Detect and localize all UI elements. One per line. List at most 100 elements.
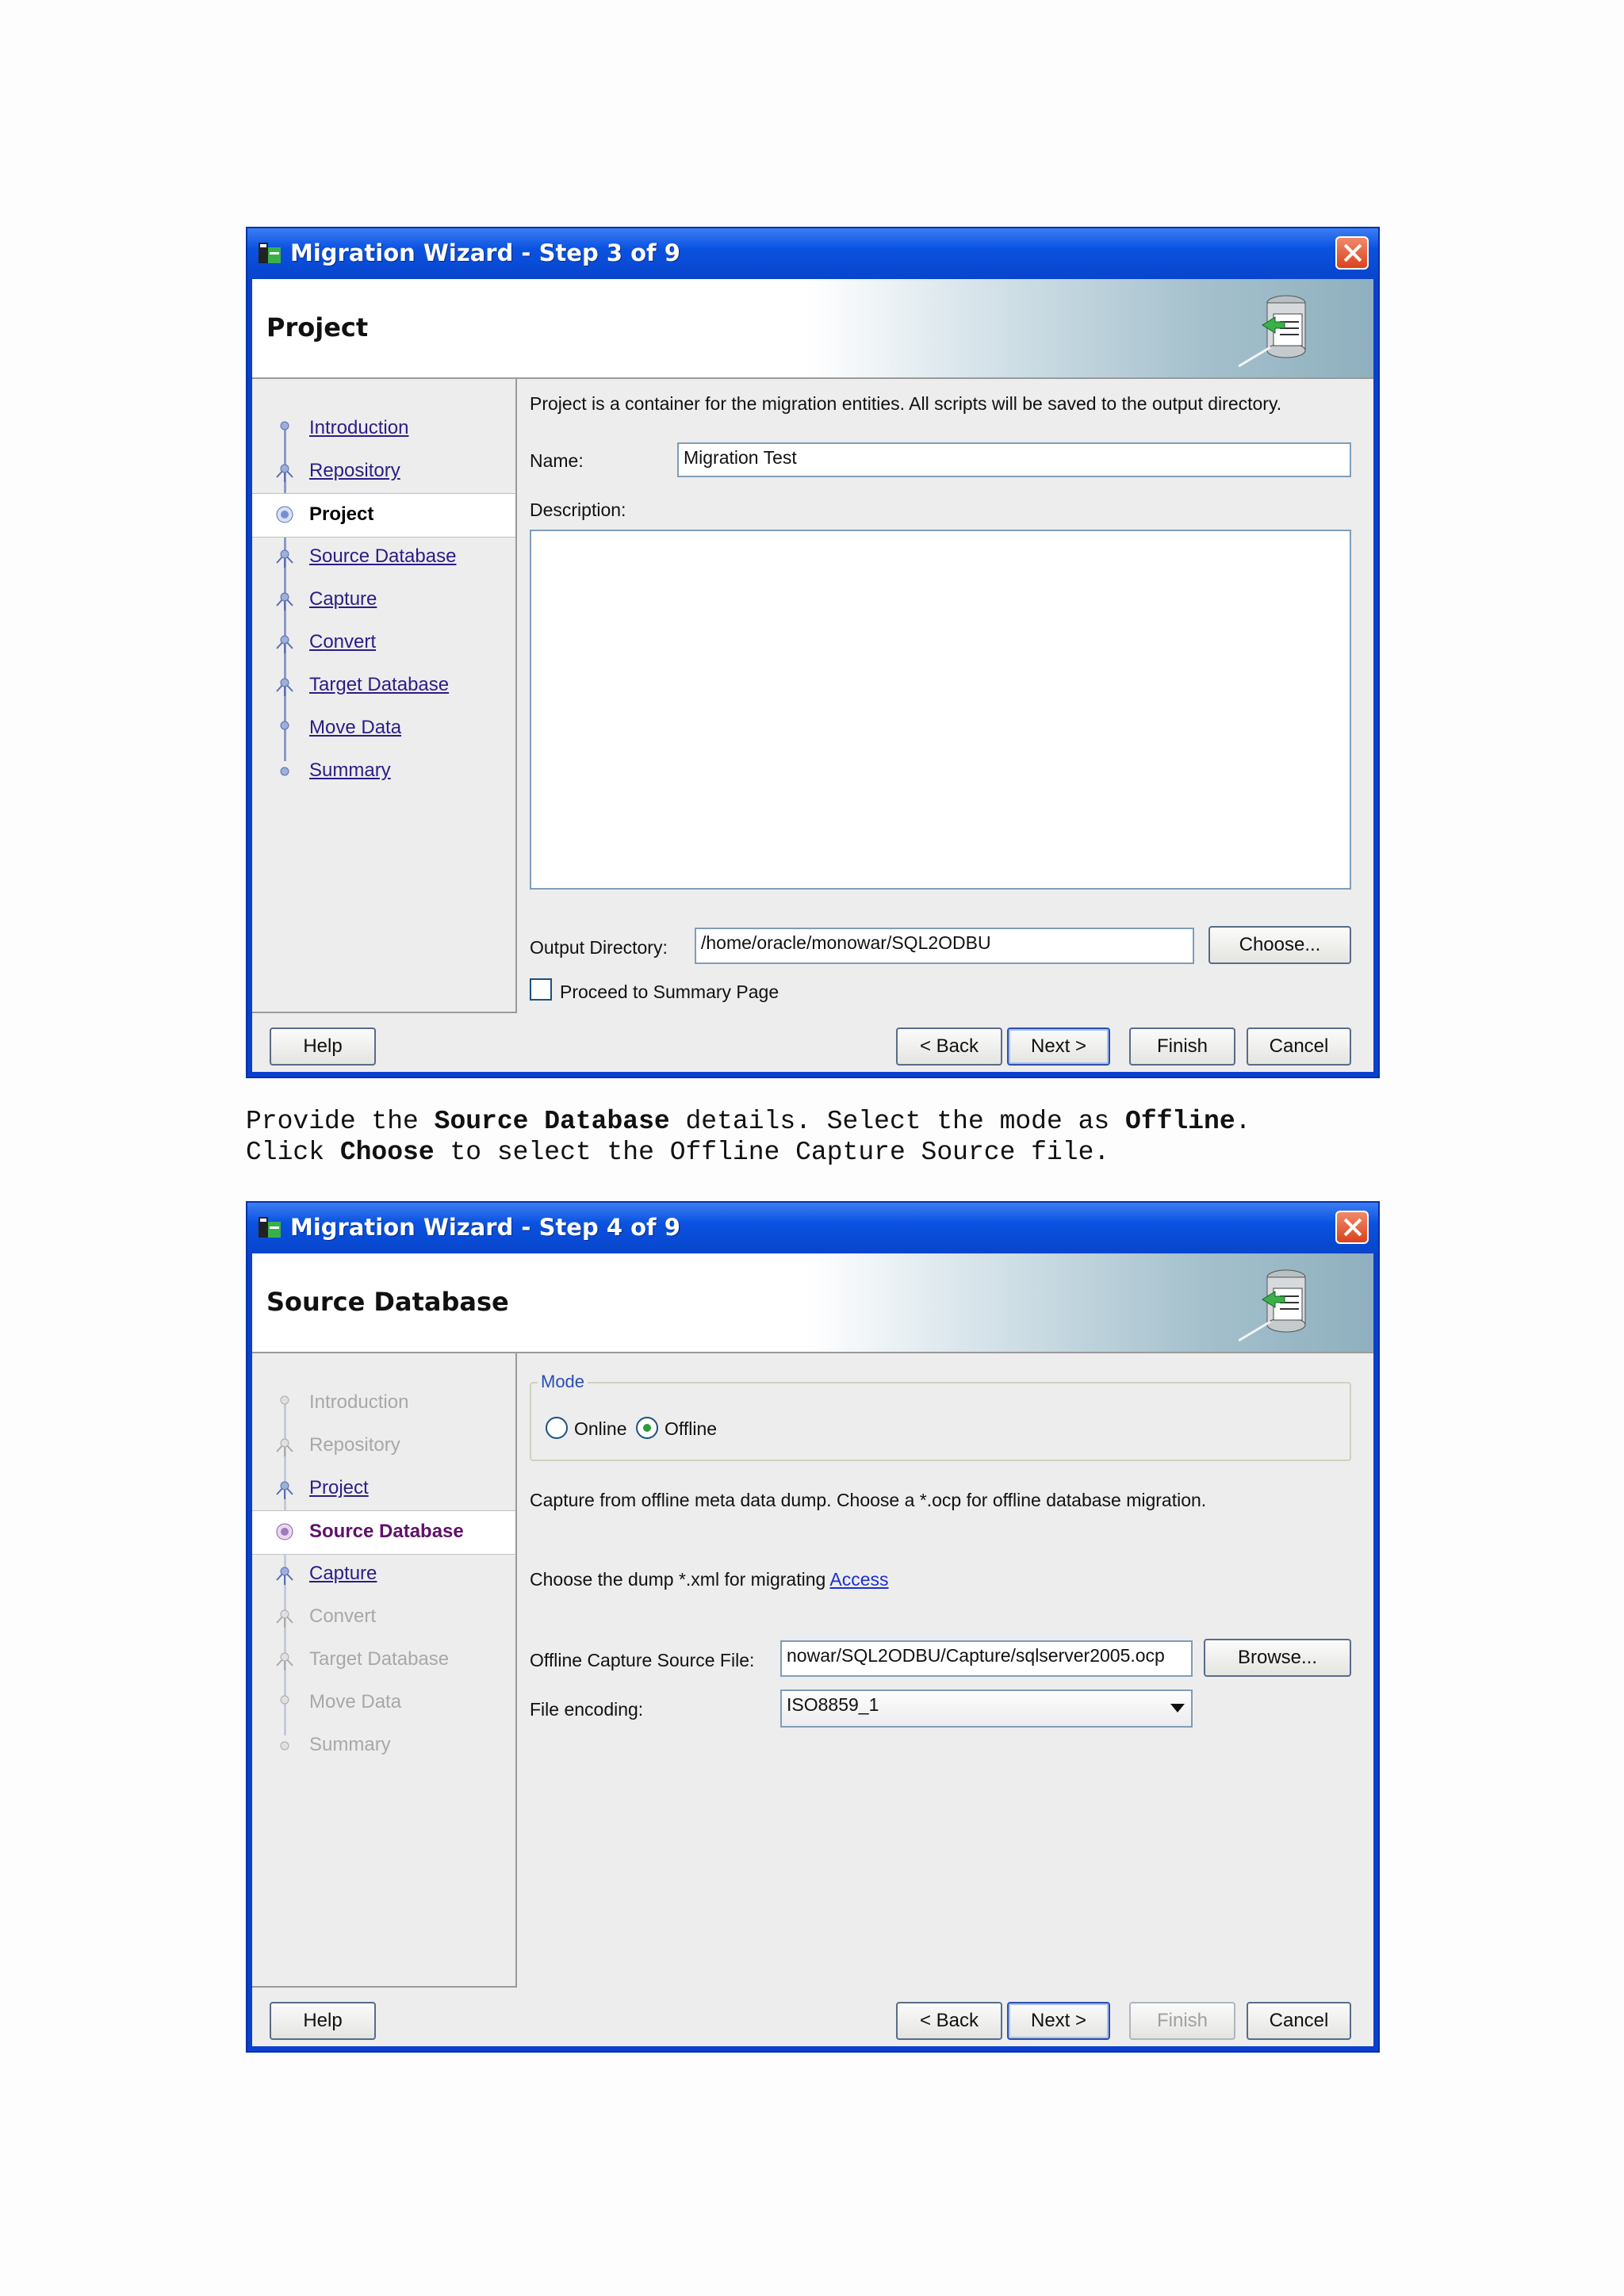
- title-bar[interactable]: Migration Wizard - Step 3 of 9: [247, 228, 1378, 279]
- step-node-icon: [276, 1609, 293, 1628]
- nav-step-repository[interactable]: Repository: [252, 450, 515, 493]
- nav-label[interactable]: Move Data: [309, 717, 401, 739]
- description-textarea[interactable]: [530, 530, 1351, 890]
- database-migration-icon: [1239, 295, 1306, 368]
- nav-label[interactable]: Introduction: [309, 417, 408, 439]
- next-button[interactable]: Next >: [1007, 2002, 1110, 2040]
- chevron-down-icon[interactable]: [1170, 1704, 1185, 1712]
- nav-step-summary: Summary: [252, 1724, 515, 1767]
- main-panel: Mode Online Offline Capture from offline…: [519, 1353, 1373, 2046]
- nav-step-move-data[interactable]: Move Data: [252, 707, 515, 750]
- caption-text: .: [1235, 1107, 1251, 1136]
- offline-label[interactable]: Offline: [665, 1418, 717, 1440]
- nav-label: Project: [309, 503, 374, 525]
- access-link[interactable]: Access: [829, 1569, 888, 1590]
- nav-step-summary[interactable]: Summary: [252, 750, 515, 793]
- wizard-steps-nav: Introduction Repository Project Source D…: [252, 379, 517, 1013]
- nav-label[interactable]: Convert: [309, 631, 376, 653]
- nav-label: Summary: [309, 1734, 391, 1755]
- source-file-input[interactable]: nowar/SQL2ODBU/Capture/sqlserver2005.ocp: [780, 1640, 1193, 1677]
- caption-text: to select the Offline Capture Source fil…: [434, 1138, 1110, 1167]
- step-node-icon: [276, 678, 293, 696]
- nav-step-project[interactable]: Project: [252, 1468, 515, 1510]
- help-button[interactable]: Help: [270, 2002, 376, 2040]
- nav-label: Source Database: [309, 1521, 464, 1542]
- back-button[interactable]: < Back: [896, 2002, 1002, 2040]
- page-title: Project: [266, 312, 369, 342]
- nav-step-target-database[interactable]: Target Database: [252, 664, 515, 707]
- cancel-button[interactable]: Cancel: [1247, 2002, 1351, 2040]
- nav-step-capture[interactable]: Capture: [252, 579, 515, 622]
- step-node-icon: [276, 1652, 293, 1670]
- caption-bold: Source Database: [434, 1107, 670, 1136]
- offline-radio[interactable]: [636, 1417, 658, 1439]
- step-node-icon: [276, 592, 293, 610]
- caption-text: Click: [246, 1138, 340, 1167]
- online-radio[interactable]: [546, 1417, 568, 1439]
- step-node-icon: [276, 549, 293, 568]
- step-node-icon: [280, 1741, 289, 1751]
- dump-text: Choose the dump *.xml for migrating Acce…: [530, 1569, 889, 1590]
- nav-label: Repository: [309, 1434, 400, 1456]
- name-label: Name:: [530, 450, 584, 471]
- caption-bold: Choose: [339, 1138, 435, 1167]
- nav-label[interactable]: Capture: [309, 588, 377, 610]
- close-icon[interactable]: [1335, 1211, 1369, 1244]
- mode-legend: Mode: [538, 1372, 588, 1392]
- choose-button[interactable]: Choose...: [1208, 926, 1351, 964]
- caption-text: Provide the: [246, 1107, 435, 1136]
- database-migration-icon: [1239, 1269, 1306, 1342]
- help-button[interactable]: Help: [270, 1027, 376, 1066]
- nav-label[interactable]: Repository: [309, 460, 400, 482]
- step-node-icon: [280, 1395, 289, 1405]
- close-icon[interactable]: [1335, 236, 1369, 270]
- step-node-icon: [280, 721, 289, 730]
- online-label[interactable]: Online: [574, 1418, 626, 1440]
- caption-text: details. Select the mode as: [669, 1107, 1125, 1136]
- proceed-label: Proceed to Summary Page: [560, 982, 779, 1002]
- step-node-icon: [276, 1481, 293, 1499]
- file-encoding-select[interactable]: ISO8859_1: [780, 1689, 1193, 1728]
- step-node-icon: [276, 635, 293, 653]
- instruction-caption: Provide the Source Database details. Sel…: [246, 1106, 1251, 1168]
- description-label: Description:: [530, 499, 626, 520]
- step-node-icon: [280, 1695, 289, 1705]
- step-node-icon: [280, 767, 289, 776]
- page-title: Source Database: [266, 1287, 509, 1317]
- current-step-icon: [276, 1523, 293, 1540]
- name-input[interactable]: Migration Test: [677, 442, 1351, 477]
- nav-step-source-database[interactable]: Source Database: [252, 1510, 515, 1555]
- nav-step-convert: Convert: [252, 1596, 515, 1639]
- browse-button[interactable]: Browse...: [1204, 1639, 1351, 1677]
- dump-text-label: Choose the dump *.xml for migrating: [530, 1569, 826, 1590]
- nav-step-convert[interactable]: Convert: [252, 622, 515, 664]
- nav-step-target-database: Target Database: [252, 1639, 515, 1682]
- nav-step-capture[interactable]: Capture: [252, 1553, 515, 1596]
- nav-step-introduction[interactable]: Introduction: [252, 408, 515, 450]
- nav-label[interactable]: Project: [309, 1477, 369, 1499]
- nav-label[interactable]: Capture: [309, 1563, 377, 1585]
- file-encoding-value: ISO8859_1: [787, 1694, 879, 1715]
- nav-step-project[interactable]: Project: [252, 493, 515, 538]
- nav-label: Convert: [309, 1605, 377, 1627]
- proceed-checkbox[interactable]: [530, 978, 552, 1001]
- cancel-button[interactable]: Cancel: [1247, 1027, 1351, 1066]
- next-button[interactable]: Next >: [1007, 1027, 1110, 1066]
- finish-button: Finish: [1129, 2002, 1235, 2040]
- title-bar[interactable]: Migration Wizard - Step 4 of 9: [247, 1203, 1378, 1253]
- window-title: Migration Wizard - Step 4 of 9: [290, 1214, 680, 1241]
- nav-label[interactable]: Summary: [309, 760, 391, 782]
- mode-group: Mode Online Offline: [530, 1372, 1351, 1461]
- nav-label[interactable]: Source Database: [309, 545, 456, 568]
- main-panel: Project is a container for the migration…: [519, 379, 1373, 1072]
- output-directory-input[interactable]: /home/oracle/monowar/SQL2ODBU: [695, 928, 1194, 964]
- app-icon: [259, 1217, 281, 1238]
- output-directory-label: Output Directory:: [530, 937, 668, 958]
- finish-button[interactable]: Finish: [1129, 1027, 1235, 1066]
- intro-text: Project is a container for the migration…: [530, 393, 1282, 414]
- back-button[interactable]: < Back: [896, 1027, 1002, 1066]
- current-step-icon: [276, 506, 293, 523]
- step-node-icon: [276, 1438, 293, 1456]
- nav-step-source-database[interactable]: Source Database: [252, 536, 515, 579]
- nav-label[interactable]: Target Database: [309, 674, 449, 696]
